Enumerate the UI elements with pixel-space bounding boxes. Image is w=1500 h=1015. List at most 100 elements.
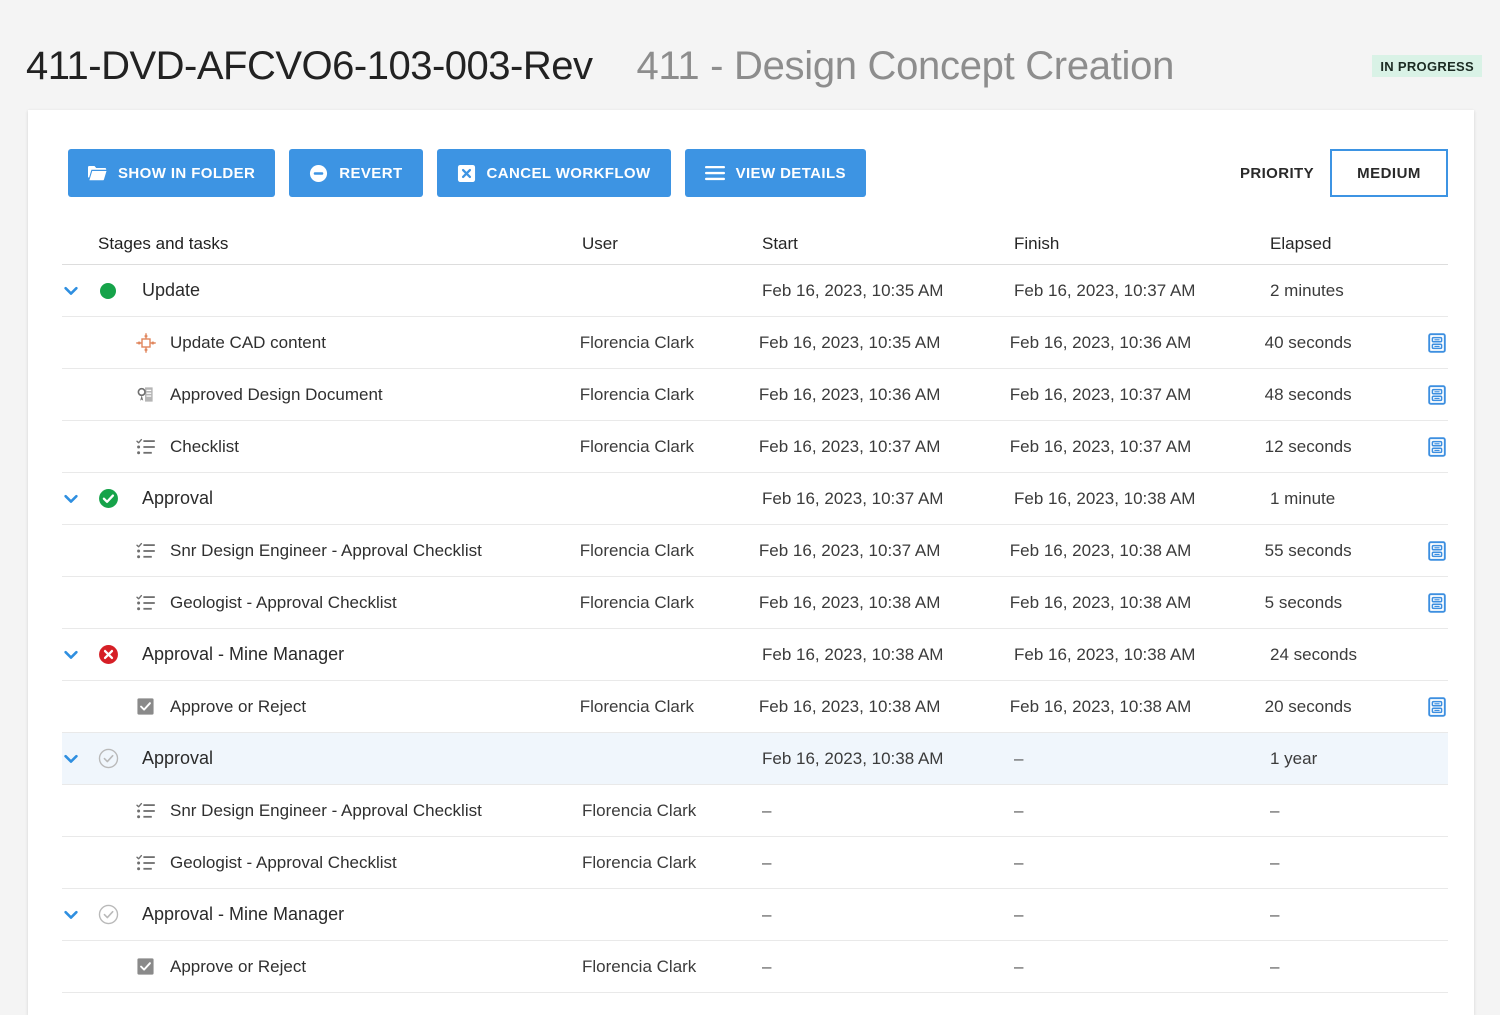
cell-finish: – xyxy=(1014,748,1024,768)
stage-row[interactable]: Approval Feb 16, 2023, 10:38 AM – 1 year xyxy=(62,733,1448,785)
cell-actions xyxy=(1414,332,1448,354)
checklist-icon xyxy=(136,542,170,560)
task-name-label: Geologist - Approval Checklist xyxy=(170,852,397,872)
cell-start: Feb 16, 2023, 10:37 AM xyxy=(762,488,944,508)
cell-elapsed: – xyxy=(1270,904,1280,924)
stage-row[interactable]: Approval - Mine Manager – – – xyxy=(62,889,1448,941)
cell-actions xyxy=(1414,696,1448,718)
rejected-red-x xyxy=(98,644,142,665)
approved-document-icon xyxy=(136,385,170,404)
stage-name-label: Approval xyxy=(142,488,214,508)
cell-actions xyxy=(1414,592,1448,614)
cell-start: – xyxy=(762,800,772,820)
task-row[interactable]: Update CAD content Florencia Clark Feb 16,… xyxy=(62,317,1448,369)
cell-actions xyxy=(1414,436,1448,458)
priority-label: PRIORITY xyxy=(1239,164,1314,182)
cell-start: Feb 16, 2023, 10:38 AM xyxy=(762,644,944,664)
task-name-label: Update CAD content xyxy=(170,332,326,352)
cancel-workflow-button[interactable]: CANCEL WORKFLOW xyxy=(436,149,671,197)
priority-value-button[interactable]: MEDIUM xyxy=(1330,149,1448,197)
view-details-button[interactable]: VIEW DETAILS xyxy=(684,149,866,197)
task-name-label: Approved Design Document xyxy=(170,384,383,404)
stage-name-label: Approval xyxy=(142,748,214,768)
cell-start: Feb 16, 2023, 10:35 AM xyxy=(758,332,941,352)
cell-start: – xyxy=(762,904,772,924)
status-badge: IN PROGRESS xyxy=(1372,55,1482,77)
task-name-label: Snr Design Engineer - Approval Checklist xyxy=(170,800,482,820)
column-header-elapsed: Elapsed xyxy=(1270,233,1332,253)
task-row[interactable]: Approve or Reject Florencia Clark Feb 16, … xyxy=(62,681,1448,733)
task-name-label: Geologist - Approval Checklist xyxy=(170,592,397,612)
task-row[interactable]: Snr Design Engineer - Approval Checklist… xyxy=(62,785,1448,837)
hamburger-icon xyxy=(704,165,725,181)
chevron-down-icon[interactable] xyxy=(62,646,98,664)
cell-finish: Feb 16, 2023, 10:38 AM xyxy=(1009,592,1192,612)
table-body: Update Feb 16, 2023, 10:35 AM Feb 16, 2023… xyxy=(62,265,1448,993)
checkbox-checked-icon xyxy=(136,957,170,976)
form-record-icon[interactable] xyxy=(1426,696,1448,718)
cell-elapsed: 2 minutes xyxy=(1270,280,1344,300)
task-row[interactable]: Approved Design Document Florencia Clark F… xyxy=(62,369,1448,421)
cell-user: Florencia Clark xyxy=(579,384,695,404)
stage-row[interactable]: Approval - Mine Manager Feb 16, 2023, 10:… xyxy=(62,629,1448,681)
form-record-icon[interactable] xyxy=(1426,540,1448,562)
cell-elapsed: – xyxy=(1270,800,1280,820)
folder-icon xyxy=(88,165,107,181)
cell-finish: – xyxy=(1014,800,1024,820)
cell-stages-and-tasks: Snr Design Engineer - Approval Checklist xyxy=(62,801,582,821)
cell-stages-and-tasks: Approval - Mine Manager xyxy=(62,904,582,925)
chevron-down-icon[interactable] xyxy=(62,906,98,924)
cell-user: Florencia Clark xyxy=(579,696,695,716)
cell-user: Florencia Clark xyxy=(579,436,695,456)
show-in-folder-label: SHOW IN FOLDER xyxy=(118,164,256,182)
chevron-down-icon[interactable] xyxy=(62,750,98,768)
chevron-down-icon[interactable] xyxy=(62,282,98,300)
cell-user: Florencia Clark xyxy=(579,540,695,560)
cell-stages-and-tasks: Approval xyxy=(62,488,582,509)
cell-actions xyxy=(1414,384,1448,406)
stages-and-tasks-table: Stages and tasks User Start Finish Elaps… xyxy=(62,223,1448,993)
task-row[interactable]: Geologist - Approval Checklist Florencia … xyxy=(62,837,1448,889)
cell-elapsed: – xyxy=(1270,852,1280,872)
checklist-icon xyxy=(136,802,170,820)
column-header-name: Stages and tasks xyxy=(98,233,229,253)
form-record-icon[interactable] xyxy=(1426,436,1448,458)
checklist-icon xyxy=(136,854,170,872)
in-progress-green-dot xyxy=(98,281,142,301)
show-in-folder-button[interactable]: SHOW IN FOLDER xyxy=(68,149,276,197)
cell-stages-and-tasks: Approval xyxy=(62,748,582,769)
stage-name-label: Approval - Mine Manager xyxy=(142,644,345,664)
stage-row[interactable]: Update Feb 16, 2023, 10:35 AM Feb 16, 2023… xyxy=(62,265,1448,317)
cell-user: Florencia Clark xyxy=(582,956,697,976)
task-row[interactable]: Geologist - Approval Checklist Florencia … xyxy=(62,577,1448,629)
task-row[interactable]: Approve or Reject Florencia Clark – – – xyxy=(62,941,1448,993)
cell-start: Feb 16, 2023, 10:38 AM xyxy=(758,592,941,612)
chevron-down-icon[interactable] xyxy=(62,490,98,508)
cell-elapsed: 1 minute xyxy=(1270,488,1336,508)
form-record-icon[interactable] xyxy=(1426,592,1448,614)
form-record-icon[interactable] xyxy=(1426,332,1448,354)
cell-elapsed: 48 seconds xyxy=(1264,384,1352,404)
cell-stages-and-tasks: Checklist xyxy=(62,437,580,457)
cell-stages-and-tasks: Snr Design Engineer - Approval Checklist xyxy=(62,541,580,561)
task-name-label: Approve or Reject xyxy=(170,696,307,716)
pending-gray-check xyxy=(98,904,142,925)
task-row[interactable]: Snr Design Engineer - Approval Checklist… xyxy=(62,525,1448,577)
cell-stages-and-tasks: Geologist - Approval Checklist xyxy=(62,853,582,873)
revert-button[interactable]: REVERT xyxy=(289,149,423,197)
cell-stages-and-tasks: Approval - Mine Manager xyxy=(62,644,582,665)
cell-start: Feb 16, 2023, 10:37 AM xyxy=(758,436,941,456)
form-record-icon[interactable] xyxy=(1426,384,1448,406)
cell-elapsed: 5 seconds xyxy=(1264,592,1343,612)
checklist-icon xyxy=(136,438,170,456)
cell-actions xyxy=(1414,540,1448,562)
cell-start: Feb 16, 2023, 10:35 AM xyxy=(762,280,944,300)
task-row[interactable]: Checklist Florencia Clark Feb 16, 2023, 10… xyxy=(62,421,1448,473)
cell-finish: Feb 16, 2023, 10:38 AM xyxy=(1009,696,1192,716)
cell-finish: Feb 16, 2023, 10:37 AM xyxy=(1014,280,1196,300)
minus-circle-icon xyxy=(309,164,328,183)
stage-row[interactable]: Approval Feb 16, 2023, 10:37 AM Feb 16, 20… xyxy=(62,473,1448,525)
cad-crosshair-icon xyxy=(136,332,170,353)
cell-stages-and-tasks: Approved Design Document xyxy=(62,385,580,405)
cell-user: Florencia Clark xyxy=(579,592,695,612)
